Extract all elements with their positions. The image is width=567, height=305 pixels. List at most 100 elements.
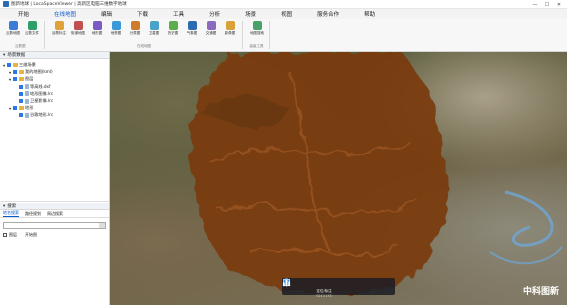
ribbon-button-label: 云数地图 <box>6 31 20 35</box>
tree-node[interactable]: 地形图像.lrc <box>15 91 53 97</box>
tree-node[interactable]: ▾ 三维场景 <box>3 62 36 68</box>
menu-item-4[interactable]: 工具 <box>173 10 184 18</box>
search-panel: ▾ 搜索 地名搜索 路径规划 周边搜索 图层 开始图 <box>0 203 109 305</box>
tree-node-label: 我的地图(kml) <box>25 69 53 75</box>
tree-node[interactable]: ▾ 地形 <box>9 105 33 111</box>
menu-item-6[interactable]: 场景 <box>245 10 256 18</box>
ribbon-button-1-9[interactable]: 影像图 <box>221 21 239 40</box>
file-icon <box>24 112 29 118</box>
ribbon-button-1-7[interactable]: 气象图 <box>183 21 201 40</box>
file-icon <box>24 98 29 104</box>
square-icon[interactable] <box>283 279 371 293</box>
ribbon-button-label: 地形图 <box>91 31 103 35</box>
ribbon-button-label: 交通图 <box>205 31 217 35</box>
ribbon-tool-icon <box>168 21 178 30</box>
ribbon-button-1-1[interactable]: 街道地图 <box>69 21 87 40</box>
tree-node[interactable]: ▾ 我的地图(kml) <box>9 69 53 75</box>
tree-node[interactable]: 卫星影像.lrc <box>15 98 53 104</box>
tab-route-planning[interactable]: 路径规划 <box>25 211 41 217</box>
layers-panel-title: ▾ 场景数据 <box>0 52 109 59</box>
tab-place-search[interactable]: 地名搜索 <box>3 210 19 217</box>
pen-icon[interactable] <box>282 278 353 293</box>
layer-checkbox[interactable] <box>19 84 23 89</box>
collapse-icon[interactable]: ▾ <box>3 204 5 209</box>
layer-checkbox[interactable] <box>13 77 17 82</box>
tree-node-label: 三维场景 <box>19 62 36 67</box>
layers-title-text: 场景数据 <box>7 53 26 58</box>
tree-node[interactable]: 等高线.dxf <box>15 84 51 90</box>
terrain-overlay <box>190 52 563 296</box>
ribbon-tool-icon <box>92 21 102 30</box>
menu-item-1[interactable]: 在线地图 <box>54 10 76 18</box>
filter-option[interactable]: 开始图 <box>25 232 37 238</box>
tree-node-label: 谷歌地形.lrc <box>30 112 54 118</box>
menu-item-2[interactable]: 编辑 <box>101 10 112 18</box>
ribbon-button-1-6[interactable]: 历史图 <box>164 21 182 40</box>
ribbon-button-1-3[interactable]: 地势图 <box>107 21 125 40</box>
layer-checkbox[interactable] <box>7 63 11 67</box>
file-icon <box>24 91 29 97</box>
minimize-icon[interactable]: — <box>529 0 541 9</box>
ribbon-button-label: 云数文件 <box>25 31 39 35</box>
search-box <box>3 222 106 229</box>
ribbon-button-0-0[interactable]: 云数地图 <box>4 21 22 40</box>
ribbon-button-label: 街道地图 <box>71 31 85 35</box>
ribbon-button-2-0[interactable]: 地图搜索 <box>248 21 266 40</box>
tree-node[interactable]: ▾ 图层 <box>9 76 33 82</box>
ribbon-button-label: 谷歌标注 <box>52 31 66 35</box>
layer-checkbox[interactable] <box>19 113 23 118</box>
ribbon-tool-icon <box>54 21 64 30</box>
menu-item-9[interactable]: 帮助 <box>364 10 375 18</box>
layer-checkbox[interactable] <box>13 70 17 75</box>
map-view[interactable]: 定位/标注 0211135 中科图新 <box>110 52 567 305</box>
ribbon-button-1-2[interactable]: 地形图 <box>88 21 106 40</box>
folder-icon <box>18 106 24 111</box>
map-toolbar <box>282 278 395 295</box>
title-bar: 图新地球 | LocaSpaceViewer | 高新区电脑三维数字地球 — ☐… <box>0 0 567 9</box>
ribbon-button-label: 地势图 <box>110 31 122 35</box>
chart-icon[interactable] <box>282 279 388 293</box>
layer-checkbox[interactable] <box>19 99 23 103</box>
menu-item-7[interactable]: 视图 <box>281 10 292 18</box>
search-input[interactable] <box>9 223 97 228</box>
tree-node-label: 地形 <box>25 105 34 111</box>
ribbon-tool-icon <box>130 21 140 30</box>
tree-node[interactable]: 谷歌地形.lrc <box>15 112 53 118</box>
ribbon-button-1-8[interactable]: 交通图 <box>202 21 220 40</box>
layer-checkbox[interactable] <box>19 91 23 96</box>
folder-icon <box>18 70 24 75</box>
ribbon-tool-icon <box>8 21 18 30</box>
ribbon-button-0-1[interactable]: 云数文件 <box>23 21 41 40</box>
ribbon-tool-icon <box>73 21 83 30</box>
layer-checkbox[interactable] <box>13 106 17 111</box>
collapse-icon[interactable]: ▾ <box>3 53 5 58</box>
tree-node-label: 地形图像.lrc <box>30 90 54 96</box>
ribbon-button-1-4[interactable]: 分类图 <box>126 21 144 40</box>
ribbon-tool-icon <box>225 21 235 30</box>
folder-icon <box>12 63 18 67</box>
filter-checkbox[interactable] <box>3 233 7 237</box>
search-title-text: 搜索 <box>7 204 17 209</box>
ribbon-tool-icon <box>206 21 216 30</box>
ribbon-button-label: 分类图 <box>129 31 141 35</box>
tree-node-label: 图层 <box>25 76 34 82</box>
ribbon-button-label: 历史图 <box>167 31 179 35</box>
ribbon-button-1-0[interactable]: 谷歌标注 <box>50 21 68 40</box>
watermark-text: 中科图新 <box>522 287 559 297</box>
ribbon-tool-icon <box>111 21 121 30</box>
tab-nearby-search[interactable]: 周边搜索 <box>47 211 63 217</box>
ribbon-group-divider <box>269 21 270 49</box>
ribbon-group-label: 在线地图 <box>137 44 151 48</box>
maximize-icon[interactable]: ☐ <box>541 0 553 9</box>
menu-item-0[interactable]: 开始 <box>18 10 29 18</box>
menu-item-8[interactable]: 服务合作 <box>317 10 339 18</box>
ribbon-toolbar: 云数地图 云数文件 云数据 谷歌标注 街道地图 地形图 地势图 分类图 卫星图 历史图 气象图 交通图… <box>0 19 567 52</box>
window-controls: — ☐ ✕ <box>529 0 565 9</box>
ribbon-button-1-5[interactable]: 卫星图 <box>145 21 163 40</box>
ribbon-group-divider <box>44 21 45 49</box>
menu-item-3[interactable]: 下载 <box>137 10 148 18</box>
menu-item-5[interactable]: 分析 <box>209 10 220 18</box>
ribbon-group-divider <box>242 21 243 49</box>
search-button[interactable] <box>99 223 105 228</box>
close-icon[interactable]: ✕ <box>553 0 565 9</box>
